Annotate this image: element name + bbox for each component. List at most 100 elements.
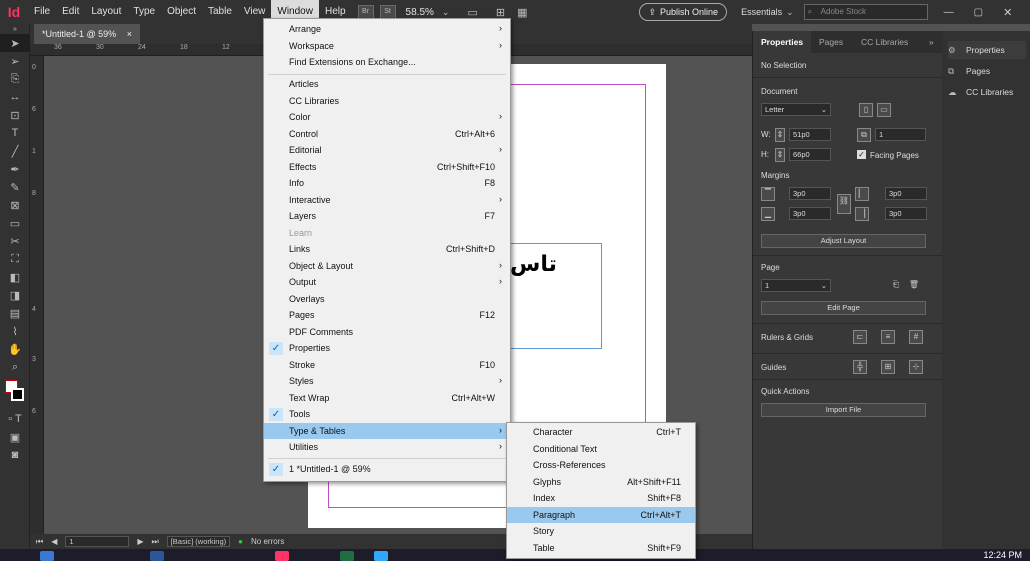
smart-guides-icon[interactable]: ⊹ bbox=[909, 360, 923, 374]
dock-pages[interactable]: ⧉ Pages bbox=[948, 62, 990, 80]
facing-pages-checkbox[interactable]: ✓ bbox=[857, 150, 866, 159]
margin-top-field[interactable]: 3p0 bbox=[789, 187, 831, 200]
stepper-icon[interactable]: ⇕ bbox=[775, 128, 785, 142]
portrait-orientation-icon[interactable]: ▯ bbox=[859, 103, 873, 117]
submenu-item-paragraph[interactable]: Paragraph Ctrl+Alt+T bbox=[507, 506, 695, 523]
window-menu-item-object-layout[interactable]: Object & Layout › bbox=[264, 258, 510, 275]
tab-pages[interactable]: Pages bbox=[819, 31, 843, 53]
window-menu-item-tools[interactable]: ✓ Tools bbox=[264, 406, 510, 423]
pages-count-field[interactable]: 1 bbox=[875, 128, 926, 141]
window-menu-item-text-wrap[interactable]: Text Wrap Ctrl+Alt+W bbox=[264, 390, 510, 407]
rectangle-tool-icon[interactable]: ▭ bbox=[0, 214, 30, 232]
menu-table[interactable]: Table bbox=[202, 0, 238, 24]
note-tool-icon[interactable]: ▤ bbox=[0, 304, 30, 322]
zoom-tool-icon[interactable]: ⌕ bbox=[0, 358, 30, 376]
gradient-tool-icon[interactable]: ◧ bbox=[0, 268, 30, 286]
pencil-tool-icon[interactable]: ✎ bbox=[0, 178, 30, 196]
adjust-layout-button[interactable]: Adjust Layout bbox=[761, 234, 926, 248]
edit-page-button[interactable]: Edit Page bbox=[761, 301, 926, 315]
import-file-button[interactable]: Import File bbox=[761, 403, 926, 417]
pen-tool-icon[interactable]: ✒ bbox=[0, 160, 30, 178]
menu-layout[interactable]: Layout bbox=[85, 0, 127, 24]
window-menu-item-utilities[interactable]: Utilities › bbox=[264, 439, 510, 456]
page-select[interactable]: 1 ⌄ bbox=[761, 279, 831, 292]
vertical-ruler[interactable]: 0 6 1 8 4 3 6 bbox=[30, 56, 44, 534]
window-menu-item-cc-libraries[interactable]: CC Libraries bbox=[264, 93, 510, 110]
window-menu-item-find-extensions[interactable]: Find Extensions on Exchange... bbox=[264, 54, 510, 71]
type-tool-icon[interactable]: T bbox=[0, 124, 30, 142]
stroke-swatch[interactable] bbox=[11, 388, 24, 401]
document-preset-select[interactable]: Letter ⌄ bbox=[761, 103, 831, 116]
direct-selection-tool-icon[interactable]: ➢ bbox=[0, 52, 30, 70]
preflight-profile[interactable]: [Basic] (working) bbox=[166, 536, 231, 547]
width-field[interactable]: 51p0 bbox=[789, 128, 831, 141]
window-menu-item-articles[interactable]: Articles bbox=[264, 76, 510, 93]
window-menu-item-color[interactable]: Color › bbox=[264, 109, 510, 126]
chevron-down-icon[interactable]: ⌄ bbox=[786, 7, 794, 18]
link-margins-icon[interactable]: ⛓ bbox=[837, 194, 851, 214]
window-menu-item-info[interactable]: Info F8 bbox=[264, 175, 510, 192]
maximize-icon[interactable]: ▢ bbox=[974, 7, 983, 18]
menu-file[interactable]: File bbox=[28, 0, 56, 24]
bridge-button[interactable]: Br bbox=[357, 5, 374, 19]
screen-mode-normal-icon[interactable]: ▣ bbox=[0, 428, 30, 446]
window-menu-item-overlays[interactable]: Overlays bbox=[264, 291, 510, 308]
rectangle-frame-tool-icon[interactable]: ⊠ bbox=[0, 196, 30, 214]
dock-cc-libraries[interactable]: ☁ CC Libraries bbox=[948, 83, 1013, 101]
free-transform-tool-icon[interactable]: ⛶ bbox=[0, 250, 30, 268]
taskbar-clock[interactable]: 12:24 PM bbox=[983, 550, 1022, 560]
page-tool-icon[interactable]: ⎘ bbox=[0, 70, 30, 88]
prev-page-icon[interactable]: ◀ bbox=[51, 537, 57, 546]
view-options-icon[interactable]: ▦ bbox=[517, 6, 527, 19]
guides-icon[interactable]: ╬ bbox=[853, 360, 867, 374]
collapse-panel-icon[interactable]: » bbox=[929, 31, 934, 53]
trash-icon[interactable]: 🗑 bbox=[907, 279, 921, 293]
margin-right-field[interactable]: 3p0 bbox=[885, 207, 927, 220]
scissors-tool-icon[interactable]: ✂ bbox=[0, 232, 30, 250]
lock-guides-icon[interactable]: ⊞ bbox=[881, 360, 895, 374]
window-menu-item-control[interactable]: Control Ctrl+Alt+6 bbox=[264, 126, 510, 143]
landscape-orientation-icon[interactable]: ▭ bbox=[877, 103, 891, 117]
page-number-field[interactable]: 1 bbox=[65, 536, 130, 547]
tab-properties[interactable]: Properties bbox=[753, 31, 812, 53]
window-menu-item-interactive[interactable]: Interactive › bbox=[264, 192, 510, 209]
zoom-level[interactable]: 58.5% bbox=[406, 7, 434, 18]
submenu-item-conditional-text[interactable]: Conditional Text bbox=[507, 441, 695, 458]
dock-properties[interactable]: ⚙ Properties bbox=[948, 41, 1026, 59]
gradient-feather-icon[interactable]: ◨ bbox=[0, 286, 30, 304]
submenu-item-story[interactable]: Story bbox=[507, 523, 695, 540]
submenu-item-table[interactable]: Table Shift+F9 bbox=[507, 540, 695, 557]
first-page-icon[interactable]: ⏮ bbox=[36, 537, 43, 547]
last-page-icon[interactable]: ⏭ bbox=[152, 537, 159, 547]
submenu-item-index[interactable]: Index Shift+F8 bbox=[507, 490, 695, 507]
menu-object[interactable]: Object bbox=[161, 0, 202, 24]
new-page-icon[interactable]: ⎗ bbox=[889, 279, 903, 293]
next-page-icon[interactable]: ▶ bbox=[137, 537, 143, 546]
window-menu-item-pdf-comments[interactable]: PDF Comments bbox=[264, 324, 510, 341]
tab-document[interactable]: *Untitled-1 @ 59% × bbox=[34, 24, 140, 44]
line-tool-icon[interactable]: ╱ bbox=[0, 142, 30, 160]
adobe-stock-search[interactable]: ⌕ Adobe Stock bbox=[803, 4, 928, 20]
close-icon[interactable]: × bbox=[127, 29, 132, 39]
height-field[interactable]: 66p0 bbox=[789, 148, 831, 161]
document-grid-icon[interactable]: # bbox=[909, 330, 923, 344]
window-menu-item-properties[interactable]: ✓ Properties bbox=[264, 340, 510, 357]
window-menu-item-stroke[interactable]: Stroke F10 bbox=[264, 357, 510, 374]
window-menu-item-editorial[interactable]: Editorial › bbox=[264, 142, 510, 159]
window-menu-item-pages[interactable]: Pages F12 bbox=[264, 307, 510, 324]
baseline-grid-icon[interactable]: ≡ bbox=[881, 330, 895, 344]
submenu-item-glyphs[interactable]: Glyphs Alt+Shift+F11 bbox=[507, 474, 695, 491]
gap-tool-icon[interactable]: ↔ bbox=[0, 88, 30, 106]
content-collector-icon[interactable]: ⊡ bbox=[0, 106, 30, 124]
ruler-icon[interactable]: ⊏ bbox=[853, 330, 867, 344]
workspace-switcher[interactable]: Essentials bbox=[741, 7, 782, 17]
chevron-down-icon[interactable]: ⌄ bbox=[442, 7, 450, 18]
window-menu-item-styles[interactable]: Styles › bbox=[264, 373, 510, 390]
window-menu-item-document[interactable]: ✓ 1 *Untitled-1 @ 59% bbox=[264, 461, 510, 478]
selection-tool-icon[interactable]: ➤ bbox=[0, 34, 30, 52]
window-menu-item-output[interactable]: Output › bbox=[264, 274, 510, 291]
preview-mode-icon[interactable]: ◙ bbox=[0, 446, 30, 464]
taskbar-app-icon[interactable] bbox=[374, 551, 388, 561]
stepper-icon[interactable]: ⇕ bbox=[775, 148, 785, 162]
collapse-tools-icon[interactable]: » bbox=[0, 24, 30, 34]
